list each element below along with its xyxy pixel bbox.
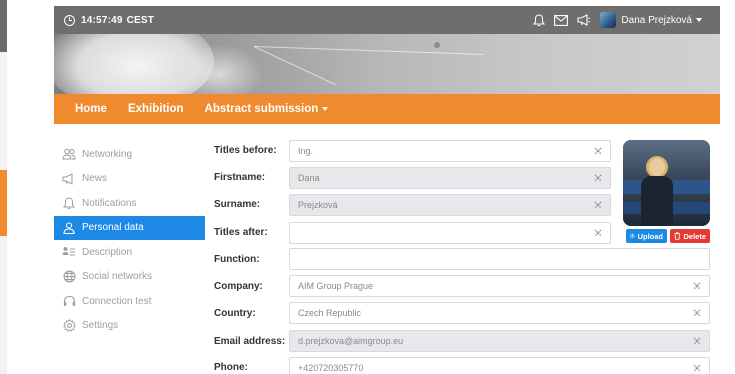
sidebar-item-connection-test[interactable]: Connection test: [54, 289, 205, 314]
clear-icon[interactable]: [692, 308, 702, 318]
field-label-titles-before: Titles before:: [214, 145, 277, 156]
clock: 14:57:49 CEST: [64, 14, 155, 26]
id-card-icon: [62, 245, 76, 259]
sidebar-item-label: Personal data: [82, 222, 144, 234]
trash-icon: [674, 232, 681, 240]
megaphone-icon: [62, 172, 76, 186]
sidebar-item-networking[interactable]: Networking: [54, 142, 205, 167]
field-label-function: Function:: [214, 254, 260, 265]
users-icon: [62, 147, 76, 161]
top-bar: 14:57:49 CEST Dana Prejzková: [54, 6, 720, 34]
banner-network-node: [324, 74, 330, 80]
sidebar: Networking News Notifications Personal d…: [54, 142, 205, 338]
gutter-dark-strip: [0, 0, 7, 52]
sidebar-item-label: Notifications: [82, 197, 137, 209]
sidebar-item-label: Settings: [82, 320, 119, 332]
nav-home[interactable]: Home: [75, 103, 107, 115]
sidebar-item-notifications[interactable]: Notifications: [54, 191, 205, 216]
photo-person: [641, 156, 673, 226]
clear-icon[interactable]: [593, 173, 603, 183]
bell-icon: [62, 196, 76, 210]
email-value: d.prejzkova@aimgroup.eu: [298, 336, 404, 346]
top-bar-actions: Dana Prejzková: [524, 12, 702, 28]
titles-after-field[interactable]: [289, 222, 611, 244]
sidebar-item-label: Description: [82, 246, 133, 258]
photo-person-body: [641, 176, 673, 226]
sidebar-item-label: Social networks: [82, 271, 153, 283]
clock-timezone: CEST: [126, 14, 155, 26]
delete-button-label: Delete: [683, 231, 706, 241]
sidebar-item-description[interactable]: Description: [54, 240, 205, 265]
field-label-firstname: Firstname:: [214, 172, 266, 183]
banner-network-line: [253, 46, 336, 85]
user-icon: [62, 221, 76, 235]
nav-abstract-submission[interactable]: Abstract submission: [205, 103, 329, 115]
sidebar-item-social-networks[interactable]: Social networks: [54, 265, 205, 290]
sidebar-item-news[interactable]: News: [54, 167, 205, 192]
field-label-company: Company:: [214, 281, 263, 292]
chevron-down-icon: [322, 107, 329, 111]
header-banner: [54, 34, 720, 94]
clock-time: 14:57:49: [81, 14, 123, 26]
clear-icon[interactable]: [593, 228, 603, 238]
chevron-down-icon[interactable]: [696, 18, 702, 22]
phone-value: +420720305770: [298, 363, 364, 373]
nav-abstract-submission-label: Abstract submission: [204, 103, 319, 115]
field-label-phone: Phone:: [214, 362, 248, 373]
banner-network-node: [434, 42, 440, 48]
user-avatar[interactable]: [600, 12, 617, 28]
headset-icon: [62, 294, 76, 308]
envelope-icon[interactable]: [554, 14, 569, 26]
sidebar-item-settings[interactable]: Settings: [54, 314, 205, 339]
sidebar-item-personal-data[interactable]: Personal data: [54, 215, 205, 240]
banner-glove-highlight: [174, 44, 264, 94]
clear-icon[interactable]: [692, 336, 702, 346]
clear-icon[interactable]: [593, 146, 603, 156]
surname-field[interactable]: Prejzková: [289, 194, 611, 216]
function-field[interactable]: [289, 248, 710, 270]
user-name[interactable]: Dana Prejzková: [621, 15, 692, 26]
photo-person-head: [649, 158, 665, 176]
clear-icon[interactable]: [593, 200, 603, 210]
left-gutter: [0, 0, 7, 374]
profile-photo: [623, 140, 710, 226]
gear-icon: [62, 319, 76, 333]
clear-icon[interactable]: [692, 281, 702, 291]
bell-icon[interactable]: [533, 13, 546, 27]
delete-button[interactable]: Delete: [670, 229, 710, 243]
nav-exhibition[interactable]: Exhibition: [128, 103, 184, 115]
megaphone-icon[interactable]: [577, 14, 591, 26]
field-label-country: Country:: [214, 308, 256, 319]
surname-value: Prejzková: [298, 200, 338, 210]
firstname-value: Dana: [298, 173, 320, 183]
titles-before-value: Ing.: [298, 146, 314, 156]
upload-button-label: Upload: [637, 231, 663, 241]
clock-icon: [64, 14, 75, 26]
banner-network-line: [253, 46, 484, 56]
globe-icon: [62, 270, 76, 284]
company-field[interactable]: AIM Group Prague: [289, 275, 710, 297]
phone-field[interactable]: +420720305770: [289, 357, 710, 374]
field-label-titles-after: Titles after:: [214, 227, 268, 238]
main-nav: Home Exhibition Abstract submission: [54, 94, 720, 124]
field-label-email: Email address:: [214, 336, 286, 347]
field-label-surname: Surname:: [214, 199, 261, 210]
titles-before-field[interactable]: Ing.: [289, 140, 611, 162]
sidebar-item-label: News: [82, 173, 108, 185]
gutter-orange-strip: [0, 170, 7, 236]
country-field[interactable]: Czech Republic: [289, 302, 710, 324]
email-field[interactable]: d.prejzkova@aimgroup.eu: [289, 330, 710, 352]
sidebar-item-label: Networking: [82, 148, 133, 160]
clear-icon[interactable]: [692, 363, 702, 373]
upload-icon: [630, 233, 635, 239]
country-value: Czech Republic: [298, 308, 362, 318]
firstname-field[interactable]: Dana: [289, 167, 611, 189]
sidebar-item-label: Connection test: [82, 295, 152, 307]
upload-button[interactable]: Upload: [626, 229, 667, 243]
company-value: AIM Group Prague: [298, 281, 374, 291]
